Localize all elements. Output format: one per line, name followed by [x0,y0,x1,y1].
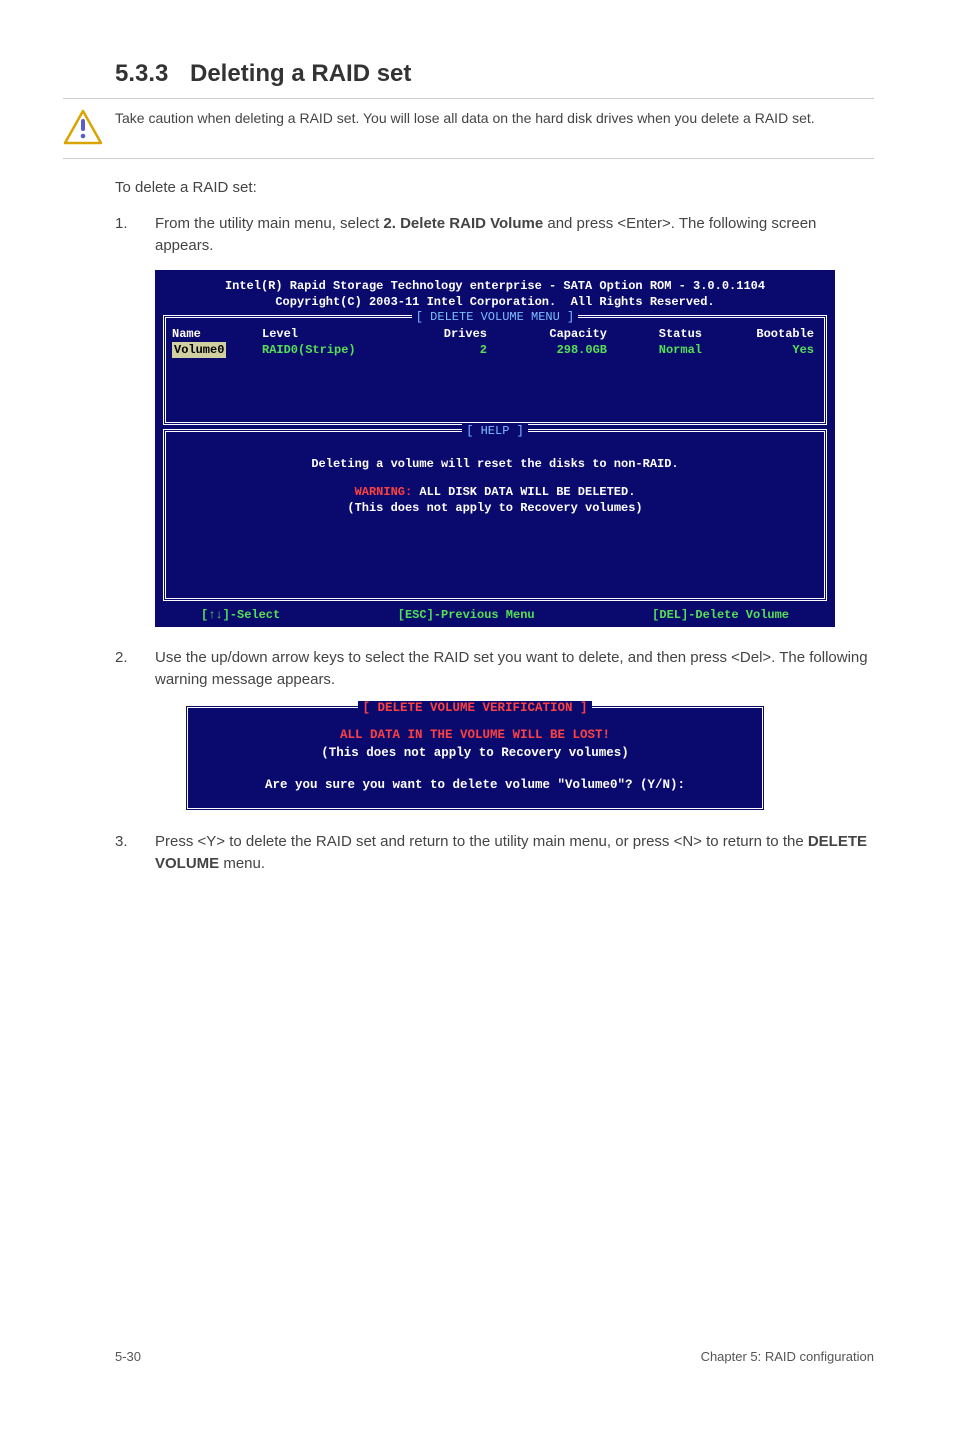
step1-prefix: From the utility main menu, select [155,215,383,232]
row-capacity: 298.0GB [487,342,607,358]
footer-prev: [ESC]-Previous Menu [398,607,535,623]
step-number: 3. [115,831,155,875]
step-body: From the utility main menu, select 2. De… [155,213,874,257]
col-level: Level [262,326,407,342]
dialog-line1: ALL DATA IN THE VOLUME WILL BE LOST! [196,726,754,744]
section-title: Deleting a RAID set [190,60,411,87]
chapter-label: Chapter 5: RAID configuration [701,1349,874,1364]
row-bootable: Yes [702,342,818,358]
section-number: 5.3.3 [115,60,190,88]
bios-footer: [↑↓]-Select [ESC]-Previous Menu [DEL]-De… [161,605,829,623]
step3-pre: Press <Y> to delete the RAID set and ret… [155,833,808,850]
help-content: Deleting a volume will reset the disks t… [172,440,818,574]
col-drives: Drives [407,326,487,342]
bios-screenshot: Intel(R) Rapid Storage Technology enterp… [155,270,835,627]
intro-text: To delete a RAID set: [115,177,874,199]
help-line2b: ALL DISK DATA WILL BE DELETED. [412,485,635,499]
dialog-title: [ DELETE VOLUME VERIFICATION ] [188,699,762,717]
bios-header1: Intel(R) Rapid Storage Technology enterp… [161,278,829,294]
row-name: Volume0 [172,342,262,358]
row-status: Normal [607,342,702,358]
help-line1: Deleting a volume will reset the disks t… [174,456,816,472]
col-capacity: Capacity [487,326,607,342]
caution-block: Take caution when deleting a RAID set. Y… [63,98,874,159]
delete-volume-frame: [ DELETE VOLUME MENU ] Name Level Drives… [163,315,827,425]
page-number: 5-30 [115,1349,141,1364]
help-line3: (This does not apply to Recovery volumes… [174,500,816,516]
delete-menu-title: [ DELETE VOLUME MENU ] [166,309,824,325]
step-number: 1. [115,213,155,257]
dialog-screenshot: [ DELETE VOLUME VERIFICATION ] ALL DATA … [185,705,765,811]
footer-del: [DEL]-Delete Volume [652,607,789,623]
section-heading: 5.3.3Deleting a RAID set [115,60,874,88]
step3-body: Press <Y> to delete the RAID set and ret… [155,831,874,875]
help-line2: WARNING: ALL DISK DATA WILL BE DELETED. [174,484,816,500]
dialog-line2: (This does not apply to Recovery volumes… [196,744,754,762]
step-3: 3. Press <Y> to delete the RAID set and … [115,831,874,875]
row-drives: 2 [407,342,487,358]
step-1: 1. From the utility main menu, select 2.… [115,213,874,257]
caution-icon [63,109,103,150]
step-number: 2. [115,647,155,691]
step1-bold: 2. Delete RAID Volume [383,215,543,232]
bios-table-row: Volume0 RAID0(Stripe) 2 298.0GB Normal Y… [172,342,818,358]
warning-label: WARNING: [355,485,413,499]
caution-text: Take caution when deleting a RAID set. Y… [115,107,815,129]
help-title: [ HELP ] [166,423,824,439]
col-status: Status [607,326,702,342]
row-level: RAID0(Stripe) [262,342,407,358]
page-footer: 5-30 Chapter 5: RAID configuration [0,1349,954,1394]
footer-select: [↑↓]-Select [201,607,280,623]
step3-post: menu. [219,855,265,872]
bios-table-header: Name Level Drives Capacity Status Bootab… [172,326,818,342]
dialog-line3: Are you sure you want to delete volume "… [196,776,754,794]
step2-body: Use the up/down arrow keys to select the… [155,647,874,691]
help-frame: [ HELP ] Deleting a volume will reset th… [163,429,827,601]
col-name: Name [172,326,262,342]
col-bootable: Bootable [702,326,818,342]
step-2: 2. Use the up/down arrow keys to select … [115,647,874,691]
